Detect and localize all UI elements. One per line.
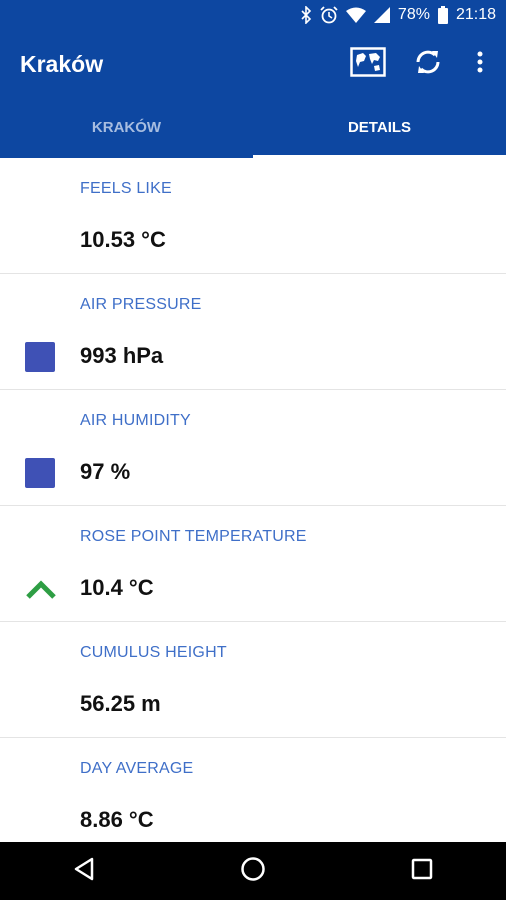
tab-krakow[interactable]: KRAKÓW [0, 98, 253, 158]
indicator-square-icon [25, 458, 55, 488]
arrow-up-icon [25, 574, 56, 604]
signal-icon [373, 7, 390, 23]
recents-button[interactable] [392, 842, 452, 900]
map-button[interactable] [348, 46, 388, 82]
detail-value: 56.25 m [80, 691, 161, 716]
tab-details[interactable]: DETAILS [253, 98, 506, 158]
detail-row-feels-like: FEELS LIKE 10.53 °C [0, 158, 506, 274]
detail-value: 10.4 °C [80, 575, 154, 600]
detail-label: AIR HUMIDITY [80, 412, 191, 429]
app-bar: 78% 21:18 Kraków KRAKÓW DETAILS [0, 0, 506, 158]
more-options-button[interactable] [460, 46, 500, 82]
page-title: Kraków [20, 51, 104, 77]
refresh-button[interactable] [408, 46, 448, 82]
home-icon [240, 856, 266, 887]
alarm-icon [320, 6, 338, 24]
detail-row-air-pressure: AIR PRESSURE 993 hPa [0, 274, 506, 390]
detail-row-air-humidity: AIR HUMIDITY 97 % [0, 390, 506, 506]
status-bar: 78% 21:18 [0, 0, 506, 32]
indicator-square-icon [25, 342, 55, 372]
detail-label: CUMULUS HEIGHT [80, 644, 227, 661]
detail-value: 8.86 °C [80, 807, 154, 832]
detail-label: FEELS LIKE [80, 180, 172, 197]
detail-label: DAY AVERAGE [80, 760, 194, 777]
detail-value: 993 hPa [80, 343, 164, 368]
detail-label: AIR PRESSURE [80, 296, 202, 313]
detail-row-rose-point-temperature: ROSE POINT TEMPERATURE 10.4 °C [0, 506, 506, 622]
battery-icon [437, 6, 448, 24]
recents-icon [411, 858, 433, 885]
refresh-icon [413, 47, 443, 82]
map-icon [350, 46, 386, 82]
detail-row-day-average: DAY AVERAGE 8.86 °C [0, 738, 506, 842]
clock-time: 21:18 [455, 6, 496, 23]
detail-label: ROSE POINT TEMPERATURE [80, 528, 307, 545]
system-nav-bar [0, 842, 506, 900]
detail-row-cumulus-height: CUMULUS HEIGHT 56.25 m [0, 622, 506, 738]
back-button[interactable] [54, 842, 114, 900]
battery-percent: 78% [397, 6, 430, 23]
wifi-icon [345, 7, 366, 23]
back-icon [73, 857, 95, 886]
details-list: FEELS LIKE 10.53 °C AIR PRESSURE 993 hPa… [0, 158, 506, 842]
more-vert-icon [477, 51, 483, 78]
tab-bar: KRAKÓW DETAILS [0, 98, 506, 158]
toolbar: Kraków [0, 32, 506, 98]
home-button[interactable] [223, 842, 283, 900]
detail-value: 97 % [80, 459, 131, 484]
detail-value: 10.53 °C [80, 227, 166, 252]
bluetooth-icon [300, 6, 312, 24]
